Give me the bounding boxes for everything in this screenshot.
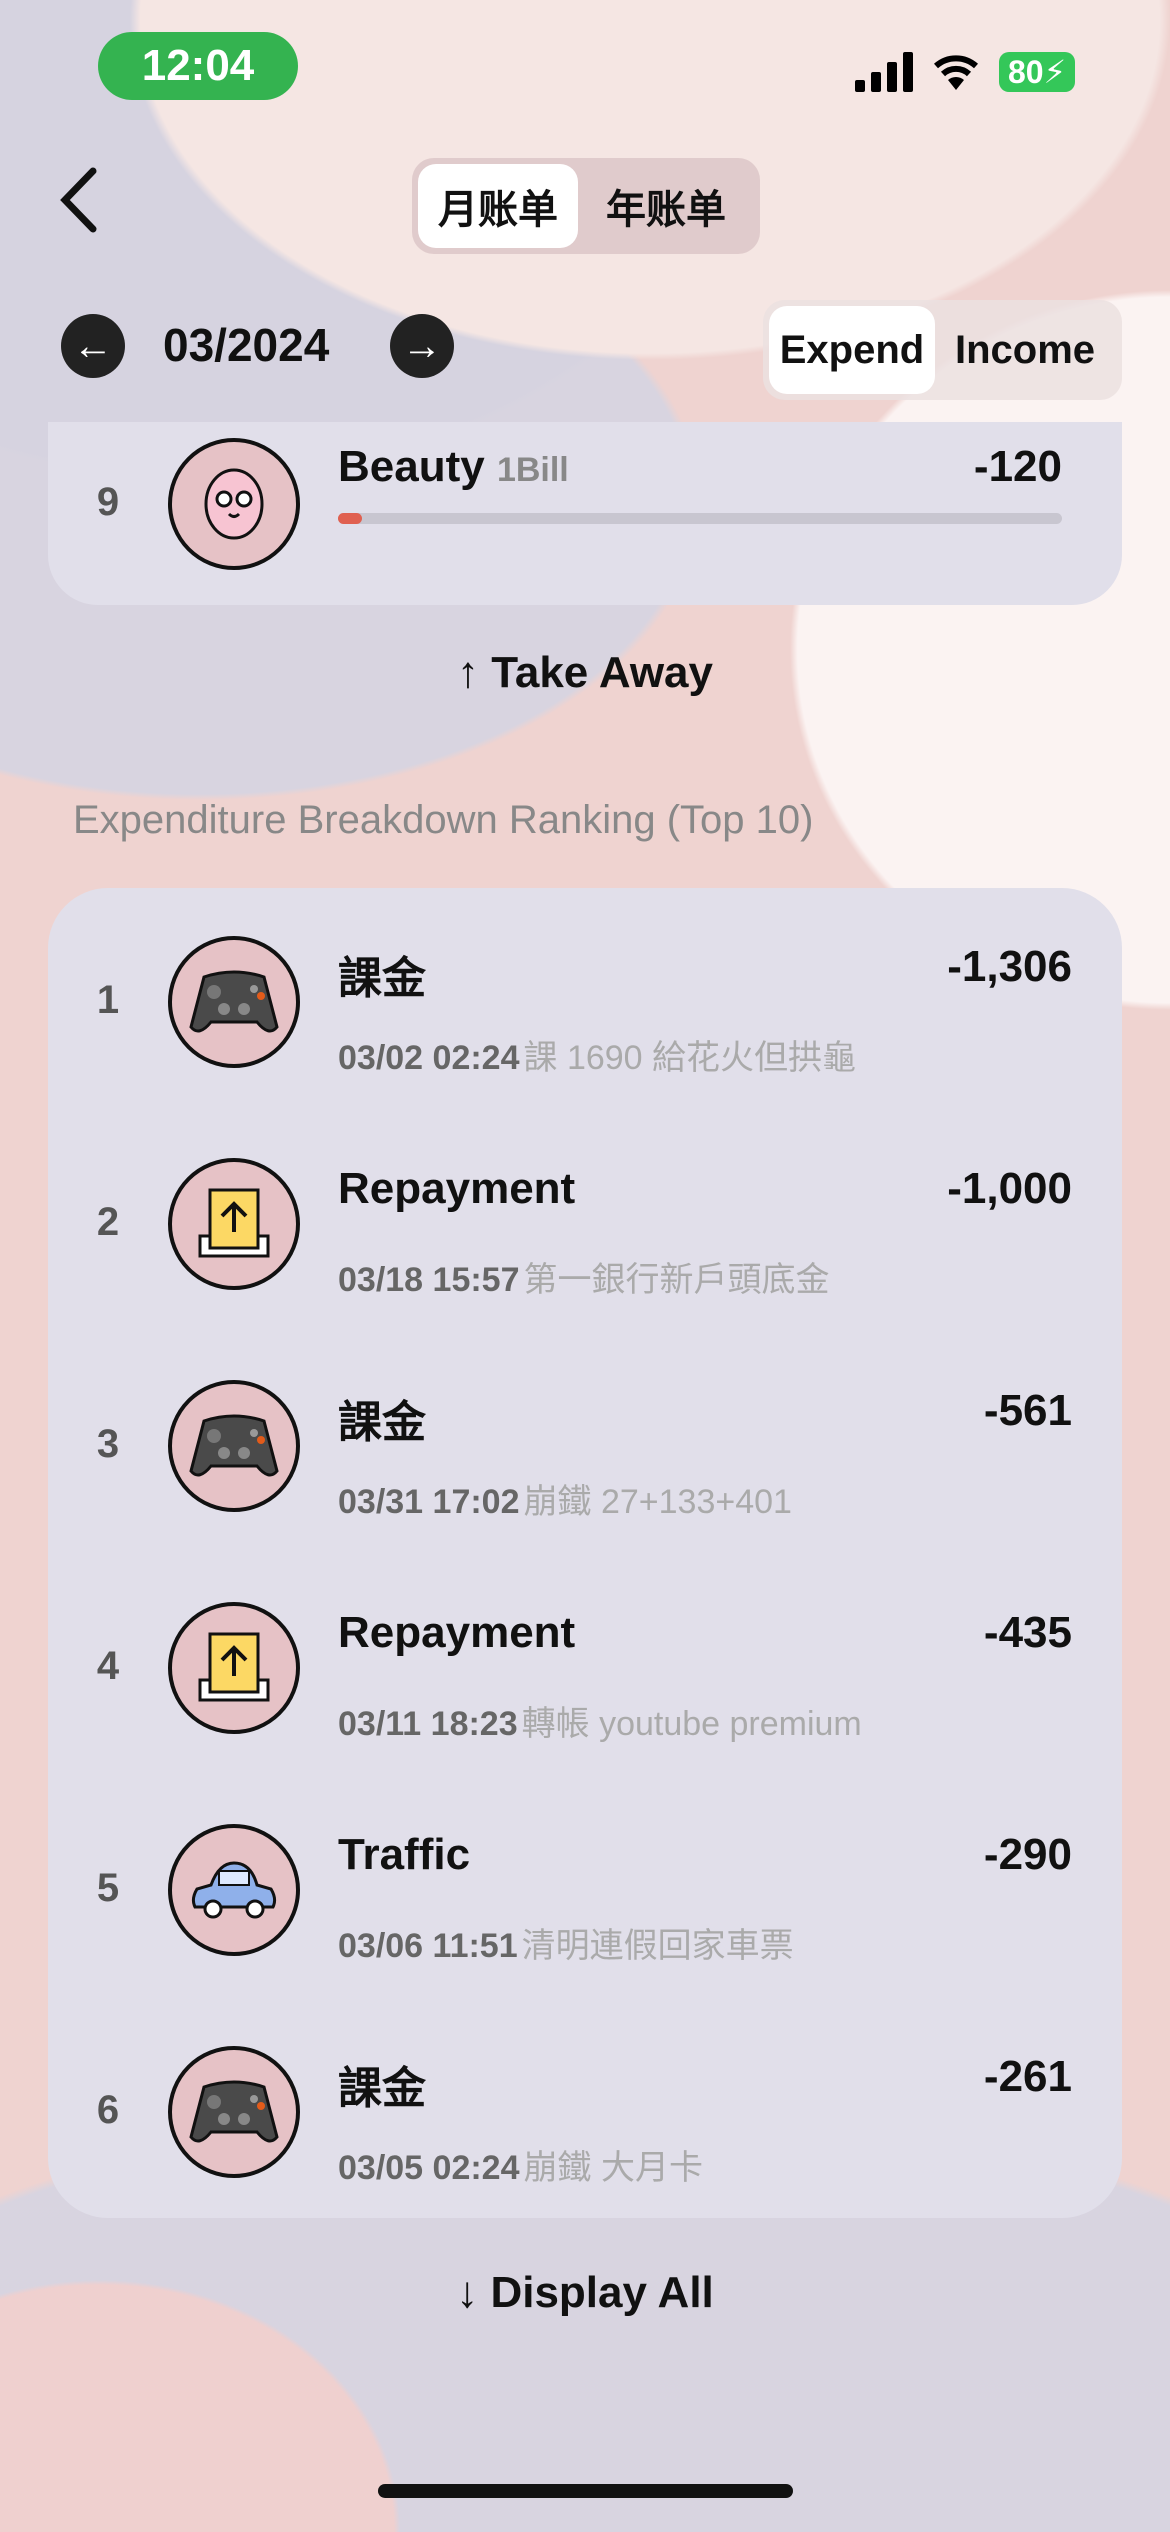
category-amount: -120 [973,442,1062,491]
ranking-row[interactable]: 2 Repayment -1,000 03/18 15:57 第一銀行新戶頭底金 [48,1114,1122,1336]
item-amount: -261 [983,2052,1072,2101]
item-note: 崩鐵 27+133+401 [523,1483,792,1521]
item-amount: -290 [983,1830,1072,1879]
tab-yearly-bill[interactable]: 年账单 [578,164,754,248]
rank-number: 4 [96,1644,120,1688]
item-note: 轉帳 youtube premium [521,1705,862,1743]
item-note: 第一銀行新戶頭底金 [523,1261,830,1299]
item-note: 崩鐵 大月卡 [523,2149,703,2187]
item-amount: -561 [983,1386,1072,1435]
beauty-face-icon [168,438,300,570]
rank-number: 6 [96,2088,120,2132]
status-icons: 80 ⚡ [855,52,1075,92]
item-time: 03/11 18:23 [338,1705,518,1743]
item-title: Traffic [338,1830,471,1879]
item-subtitle: 03/11 18:23 轉帳 youtube premium [338,1696,862,1745]
chevron-left-icon [60,167,97,233]
item-title: Repayment [338,1608,576,1657]
item-time: 03/06 11:51 [338,1927,518,1965]
category-card[interactable]: 9 Beauty 1Bill -120 [48,422,1122,605]
ranking-row[interactable]: 3 課金 -561 03/31 17:02 崩鐵 27+133+401 [48,1336,1122,1558]
display-all-label: Display All [490,2268,714,2317]
ranking-row[interactable]: 5 Traffic -290 03/06 11:51 清明連假回家車票 [48,1780,1122,2002]
arrow-down-icon: ↓ [456,2268,479,2317]
game-controller-icon [168,936,300,1068]
tab-expend[interactable]: Expend [769,306,935,394]
ranking-row[interactable]: 1 課金 -1,306 03/02 02:24 課 1690 給花火但拱龜 [48,892,1122,1114]
bill-count: 1Bill [496,451,569,489]
rank-number: 3 [96,1422,120,1466]
item-note: 清明連假回家車票 [521,1927,794,1965]
home-indicator [378,2484,793,2498]
item-title: 課金 [338,954,426,1003]
item-time: 03/05 02:24 [338,2149,520,2187]
item-subtitle: 03/31 17:02 崩鐵 27+133+401 [338,1474,792,1523]
item-title: Repayment [338,1164,576,1213]
category-title: Beauty 1Bill [338,442,569,492]
item-amount: -1,306 [947,942,1072,991]
period-date: 03/2024 [163,319,330,371]
item-subtitle: 03/05 02:24 崩鐵 大月卡 [338,2140,703,2189]
ranking-heading: Expenditure Breakdown Ranking (Top 10) [73,798,814,842]
take-away-label: Take Away [491,648,713,697]
battery-level: 80 [1007,53,1044,90]
battery-icon: 80 ⚡ [999,52,1075,92]
next-month-button[interactable]: → [390,314,454,378]
arrow-left-icon: ← [73,323,113,368]
type-toggle: Expend Income [763,300,1122,400]
rank-number: 9 [96,480,120,524]
ranking-row[interactable]: 6 課金 -261 03/05 02:24 崩鐵 大月卡 [48,2002,1122,2224]
car-icon [168,1824,300,1956]
item-note: 課 1690 給花火但拱龜 [523,1039,857,1077]
item-subtitle: 03/02 02:24 課 1690 給花火但拱龜 [338,1030,856,1079]
item-time: 03/18 15:57 [338,1261,520,1299]
game-controller-icon [168,2046,300,2178]
tab-monthly-bill[interactable]: 月账单 [418,164,578,248]
arrow-right-icon: → [402,323,442,368]
item-subtitle: 03/18 15:57 第一銀行新戶頭底金 [338,1252,830,1301]
wifi-icon [934,55,978,90]
rank-number: 2 [96,1200,120,1244]
status-time: 12:04 [98,32,298,100]
back-button[interactable] [55,165,105,240]
item-title: 課金 [338,2064,426,2113]
prev-month-button[interactable]: ← [61,314,125,378]
arrow-up-icon: ↑ [457,648,479,697]
rank-number: 5 [96,1866,120,1910]
item-amount: -1,000 [947,1164,1072,1213]
progress-bar [338,513,1062,524]
display-all-button[interactable]: ↓ Display All [0,2268,1170,2318]
repayment-upload-icon [168,1158,300,1290]
tab-income[interactable]: Income [935,306,1115,394]
item-time: 03/02 02:24 [338,1039,520,1077]
progress-fill [338,513,362,524]
rank-number: 1 [96,978,120,1022]
signal-icon [855,52,913,92]
repayment-upload-icon [168,1602,300,1734]
item-amount: -435 [983,1608,1072,1657]
item-subtitle: 03/06 11:51 清明連假回家車票 [338,1918,794,1967]
game-controller-icon [168,1380,300,1512]
bill-period-tabs: 月账单 年账单 [412,158,760,254]
ranking-row[interactable]: 4 Repayment -435 03/11 18:23 轉帳 youtube p… [48,1558,1122,1780]
item-title: 課金 [338,1398,426,1447]
ranking-list: 1 課金 -1,306 03/02 02:24 課 1690 給花火但拱龜 2 Re… [48,888,1122,2218]
take-away-button[interactable]: ↑ Take Away [0,648,1170,698]
item-time: 03/31 17:02 [338,1483,520,1521]
category-name: Beauty [338,442,485,491]
